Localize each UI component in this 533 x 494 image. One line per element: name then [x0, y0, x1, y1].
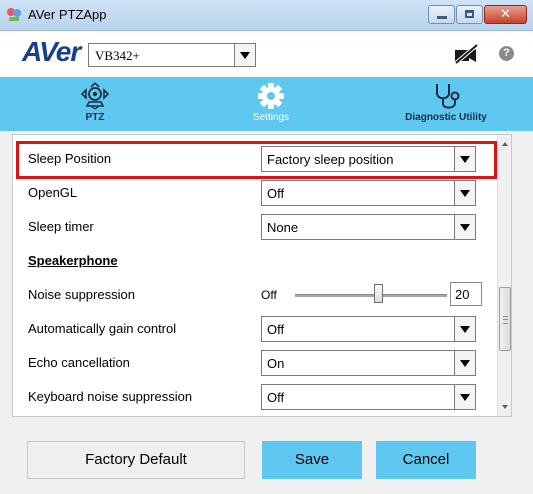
settings-panel: Sleep Position Factory sleep position Op…: [12, 134, 512, 417]
scroll-up-button[interactable]: [498, 135, 511, 152]
setting-row-opengl: OpenGL Off: [13, 176, 497, 210]
section-heading-row: Speakerphone: [13, 244, 497, 278]
cancel-button[interactable]: Cancel: [376, 441, 476, 479]
keyboard-noise-label: Keyboard noise suppression: [28, 389, 193, 404]
keyboard-noise-value: Off: [267, 390, 285, 405]
camera-off-icon[interactable]: [453, 43, 479, 65]
agc-value: Off: [267, 322, 285, 337]
opengl-label: OpenGL: [28, 185, 78, 200]
vertical-scrollbar[interactable]: [497, 135, 511, 416]
minimize-button[interactable]: [428, 5, 455, 24]
nav-bar: PTZ Settings Diagnostic Utility: [0, 77, 533, 131]
setting-row-echo-cancellation: Echo cancellation On: [13, 346, 497, 380]
sleep-timer-label: Sleep timer: [28, 219, 94, 234]
sleep-timer-select[interactable]: None: [261, 214, 476, 240]
dropdown-arrow-icon[interactable]: [454, 215, 475, 239]
agc-select[interactable]: Off: [261, 316, 476, 342]
setting-row-keyboard-noise: Keyboard noise suppression Off: [13, 380, 497, 414]
agc-label: Automatically gain control: [28, 321, 177, 336]
sleep-timer-value: None: [267, 220, 299, 235]
camera-model-value: VB342+: [95, 48, 140, 63]
dropdown-arrow-icon[interactable]: [454, 317, 475, 341]
echo-cancellation-select[interactable]: On: [261, 350, 476, 376]
scrollbar-thumb[interactable]: [499, 287, 511, 351]
tab-diagnostic-utility-label: Diagnostic Utility: [405, 112, 487, 123]
dropdown-arrow-icon[interactable]: [454, 147, 475, 171]
chevron-up-icon: [502, 142, 508, 146]
dropdown-arrow-icon[interactable]: [454, 351, 475, 375]
tab-settings[interactable]: Settings: [236, 77, 306, 131]
help-icon[interactable]: ?: [499, 46, 514, 61]
save-button[interactable]: Save: [262, 441, 362, 479]
maximize-button[interactable]: [456, 5, 483, 24]
window-title: AVer PTZApp: [28, 7, 107, 22]
maximize-icon: [465, 10, 474, 18]
sleep-position-select[interactable]: Factory sleep position: [261, 146, 476, 172]
setting-row-sleep-position: Sleep Position Factory sleep position: [13, 139, 497, 179]
speakerphone-heading: Speakerphone: [28, 253, 118, 268]
noise-suppression-slider-thumb[interactable]: [374, 284, 383, 303]
footer-bar: Factory Default Save Cancel: [0, 419, 533, 494]
factory-default-button[interactable]: Factory Default: [27, 441, 245, 479]
gear-icon: [258, 83, 284, 109]
chevron-down-icon: [502, 405, 508, 409]
sleep-position-label: Sleep Position: [28, 151, 112, 166]
grip-icon: [503, 316, 508, 324]
setting-row-noise-suppression: Noise suppression Off 20: [13, 278, 497, 312]
tab-ptz-label: PTZ: [85, 112, 105, 123]
aver-logo: AVer: [22, 36, 81, 67]
dropdown-arrow-icon[interactable]: [454, 385, 475, 409]
camera-model-select[interactable]: VB342+: [88, 43, 256, 67]
stethoscope-icon: [436, 84, 460, 109]
noise-suppression-value-input[interactable]: 20: [450, 282, 482, 306]
noise-suppression-slider-track[interactable]: [295, 294, 447, 297]
setting-row-sleep-timer: Sleep timer None: [13, 210, 497, 244]
minimize-icon: [437, 16, 447, 19]
sleep-position-value: Factory sleep position: [267, 152, 394, 167]
close-icon: ✕: [500, 7, 511, 22]
app-icon: [7, 8, 21, 21]
app-window: AVer PTZApp ✕ AVer VB342+ ? PTZ Settings…: [0, 0, 533, 494]
echo-cancellation-value: On: [267, 356, 285, 371]
slider-min-label: Off: [261, 288, 277, 302]
opengl-select[interactable]: Off: [261, 180, 476, 206]
close-button[interactable]: ✕: [484, 5, 527, 24]
dropdown-arrow-icon[interactable]: [234, 44, 255, 66]
dropdown-arrow-icon[interactable]: [454, 181, 475, 205]
tab-ptz[interactable]: PTZ: [60, 77, 130, 131]
scroll-down-button[interactable]: [498, 399, 511, 416]
header-bar: AVer VB342+ ?: [0, 31, 533, 77]
keyboard-noise-select[interactable]: Off: [261, 384, 476, 410]
title-bar[interactable]: AVer PTZApp ✕: [0, 0, 533, 31]
opengl-value: Off: [267, 186, 285, 201]
setting-row-agc: Automatically gain control Off: [13, 312, 497, 346]
tab-diagnostic-utility[interactable]: Diagnostic Utility: [396, 77, 496, 131]
tab-settings-label: Settings: [252, 112, 290, 123]
echo-cancellation-label: Echo cancellation: [28, 355, 130, 370]
noise-suppression-label: Noise suppression: [28, 287, 135, 302]
ptz-camera-icon: [80, 82, 110, 110]
